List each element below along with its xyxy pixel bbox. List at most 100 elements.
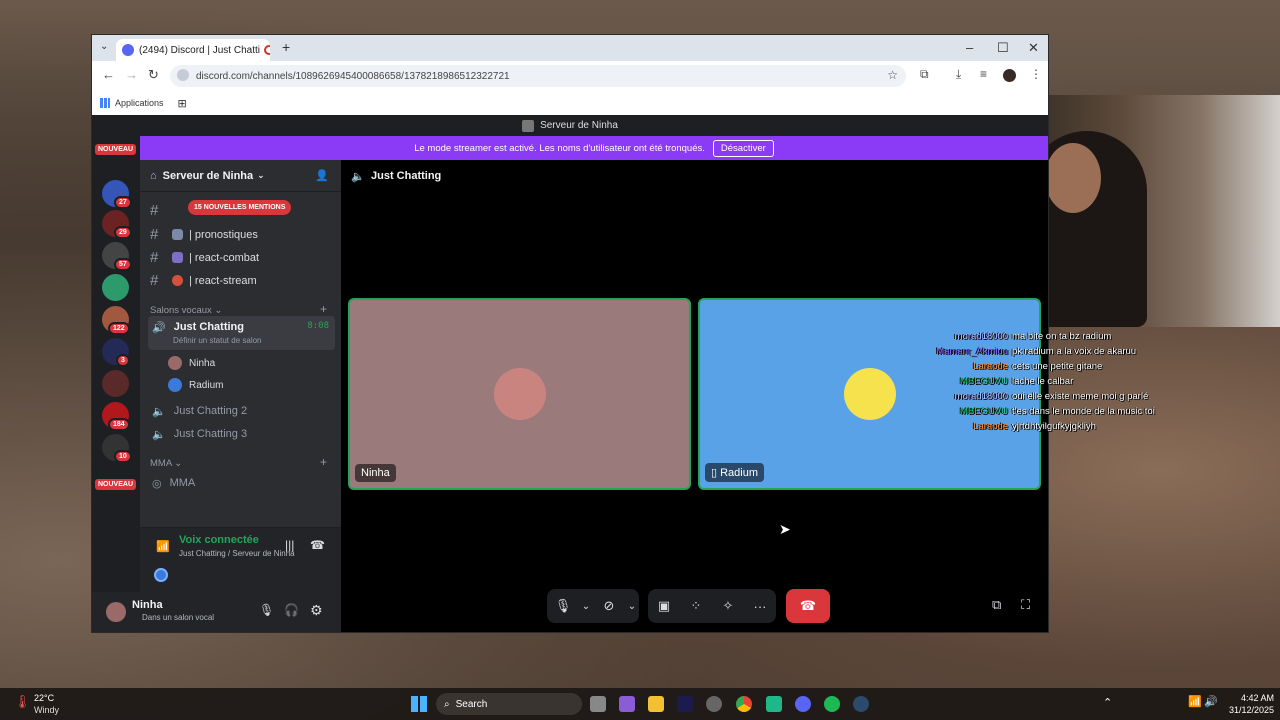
microphone-icon[interactable]: 🎙 — [259, 603, 274, 617]
headphones-icon[interactable]: 🎧 — [284, 603, 299, 617]
more-options-icon[interactable]: ··· — [744, 599, 776, 614]
extensions-icon[interactable]: ⧉ — [920, 67, 929, 82]
search-label: Search — [455, 698, 488, 710]
chevron-down-icon[interactable]: ⌄ — [625, 601, 639, 612]
url-input[interactable]: discord.com/channels/1089626945400086658… — [170, 65, 906, 87]
voice-connected-title[interactable]: Voix connectée — [179, 534, 259, 546]
browser-menu-icon[interactable]: ⋮ — [1030, 67, 1042, 81]
soundboard-icon[interactable]: ✧ — [712, 598, 744, 614]
fullscreen-icon[interactable]: ⛶ — [1021, 597, 1030, 613]
reload-icon[interactable]: ↻ — [148, 67, 159, 83]
channel-item-mma[interactable]: ◎ MMA — [148, 470, 335, 496]
chat-text: ma bite on ta bz radium — [1012, 331, 1112, 342]
user-name[interactable]: Ninha — [132, 599, 163, 611]
call-actions-group: ▣ ⁘ ✧ ··· — [648, 589, 776, 623]
media-controls-icon[interactable]: ≡ — [980, 67, 987, 81]
voice-member-ninha[interactable]: Ninha — [168, 356, 215, 370]
site-info-icon[interactable] — [177, 69, 189, 81]
bookmark-applications[interactable]: Applications — [115, 98, 164, 108]
bookmark-star-icon[interactable]: ☆ — [887, 68, 898, 82]
microphone-icon[interactable]: 🎙 — [547, 598, 579, 614]
hang-up-button[interactable]: ☎ — [786, 589, 830, 623]
signal-icon: 📶 — [156, 541, 170, 553]
weather-temp[interactable]: 22°C — [34, 693, 54, 703]
server-badge: 29 — [114, 226, 132, 239]
server-icon[interactable] — [102, 370, 129, 397]
channel-item-pronostiques[interactable]: # | pronostiques — [150, 226, 258, 243]
avatar — [168, 378, 182, 392]
spotify-icon[interactable] — [824, 696, 840, 712]
camera-off-icon[interactable]: ⊘ — [593, 598, 625, 614]
chevron-down-icon[interactable]: ⌄ — [579, 601, 593, 612]
forward-icon[interactable]: → — [125, 67, 138, 82]
voice-channel-just-chatting-3[interactable]: 🔈 Just Chatting 3 — [148, 421, 335, 447]
voice-section-header[interactable]: Salons vocaux ⌄ — [150, 305, 222, 316]
voice-connected-subtitle[interactable]: Just Chatting / Serveur de Ninha — [179, 549, 295, 558]
maximize-icon[interactable]: ☐ — [997, 40, 1009, 56]
add-member-icon[interactable]: 👤 — [315, 169, 329, 182]
server-mini-icon — [522, 119, 535, 132]
participant-tile-ninha[interactable]: Ninha — [348, 298, 691, 490]
channel-item-react-stream[interactable]: # | react-stream — [150, 272, 257, 289]
task-view-icon[interactable] — [590, 696, 606, 712]
server-icon[interactable] — [102, 274, 129, 301]
m365-icon[interactable] — [619, 696, 635, 712]
disable-streamer-mode-button[interactable]: Désactiver — [712, 139, 774, 157]
new-tab-icon[interactable]: + — [282, 39, 290, 55]
member-name: Ninha — [189, 357, 216, 369]
url-text: discord.com/channels/1089626945400086658… — [196, 70, 510, 82]
voice-channel-just-chatting[interactable]: 🔊 Just Chatting 8:08 Définir un statut d… — [148, 316, 335, 350]
pop-out-icon[interactable]: ⧉ — [992, 597, 1001, 613]
channel-item-hidden[interactable]: # — [150, 202, 172, 219]
channel-status[interactable]: Définir un statut de salon — [173, 336, 262, 345]
chrome-icon[interactable] — [736, 696, 752, 712]
steam-icon[interactable] — [853, 696, 869, 712]
new-mentions-badge[interactable]: 15 NOUVELLES MENTIONS — [188, 200, 292, 215]
back-icon[interactable]: ← — [102, 67, 115, 82]
add-channel-icon[interactable]: + — [320, 455, 327, 469]
network-icon[interactable]: 📶 — [1188, 695, 1202, 708]
voice-channel-name: Just Chatting 3 — [173, 428, 248, 440]
weather-icon[interactable]: 🌡 — [14, 694, 31, 710]
server-list: NOUVEAU 27 29 57 122 3 184 10 NOUVEAU — [92, 136, 140, 632]
windows-start-icon[interactable] — [411, 696, 427, 712]
activities-icon[interactable]: ⁘ — [680, 598, 712, 614]
minimize-icon[interactable]: – — [966, 40, 973, 55]
file-explorer-icon[interactable] — [648, 696, 664, 712]
mma-section-header[interactable]: MMA ⌄ — [150, 458, 182, 469]
tab-list-chevron-icon[interactable]: ⌄ — [100, 41, 108, 52]
discord-app-icon[interactable] — [795, 696, 811, 712]
disconnect-icon[interactable]: ☎ — [310, 538, 325, 552]
noise-suppression-icon[interactable]: ||| — [285, 538, 294, 552]
chat-message: MBEGUVU t'es dans le monde de la music to… — [916, 406, 1155, 417]
download-icon[interactable]: ⤓ — [956, 67, 961, 82]
clock-date[interactable]: 31/12/2025 — [1224, 705, 1274, 715]
streamlabs-icon[interactable] — [766, 696, 782, 712]
discord-title-bar: Serveur de Ninha — [92, 115, 1048, 136]
channel-item-react-combat[interactable]: # | react-combat — [150, 249, 259, 266]
add-channel-icon[interactable]: + — [320, 302, 327, 316]
tab-groups-icon[interactable]: ⊞ — [178, 97, 187, 110]
chat-text: t'es dans le monde de la music toi — [1012, 406, 1155, 417]
taskbar-search[interactable]: ⌕ Search — [436, 693, 582, 715]
premiere-icon[interactable] — [677, 696, 693, 712]
phone-hangup-icon: ☎ — [799, 598, 817, 613]
browser-tab[interactable]: (2494) Discord | Just Chatti ✕ — [116, 39, 270, 61]
profile-avatar[interactable] — [1003, 69, 1016, 82]
bookmarks-bar: Applications ⊞ — [92, 91, 1048, 115]
participant-name: Radium — [720, 467, 759, 479]
screen-share-icon[interactable]: ▣ — [648, 598, 680, 614]
settings-gear-icon[interactable]: ⚙ — [310, 602, 323, 619]
volume-icon[interactable]: 🔊 — [1204, 695, 1218, 708]
tray-chevron-icon[interactable]: ⌃ — [1103, 696, 1112, 709]
chat-message: Laraode cets une petite gitane — [916, 361, 1102, 372]
user-avatar[interactable] — [106, 602, 126, 622]
close-window-icon[interactable]: ✕ — [1028, 40, 1039, 56]
voice-member-radium[interactable]: Radium — [168, 378, 223, 392]
server-badge: 10 — [114, 450, 132, 463]
chat-username: MBEGUVU — [959, 376, 1008, 387]
chat-username: morad18000 — [954, 391, 1008, 402]
server-header[interactable]: ⌂ Serveur de Ninha ⌄ 👤 — [140, 160, 341, 192]
settings-app-icon[interactable] — [706, 696, 722, 712]
clock-time[interactable]: 4:42 AM — [1224, 693, 1274, 703]
